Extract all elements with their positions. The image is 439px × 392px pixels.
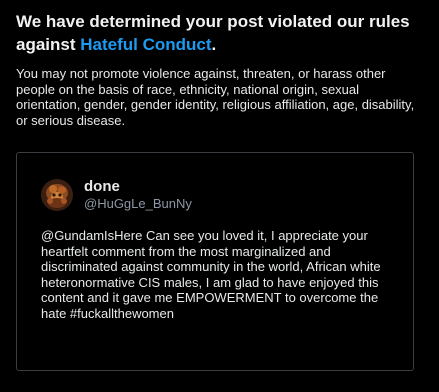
rule-link[interactable]: Hateful Conduct bbox=[80, 35, 211, 54]
avatar bbox=[41, 179, 73, 211]
author-display-name[interactable]: done bbox=[84, 178, 192, 195]
violation-headline: We have determined your post violated ou… bbox=[16, 10, 426, 56]
avatar-image-icon bbox=[41, 179, 73, 211]
rule-description: You may not promote violence against, th… bbox=[16, 66, 415, 128]
headline-period: . bbox=[211, 35, 217, 54]
tweet-text: @GundamIsHere Can see you loved it, I ap… bbox=[41, 228, 381, 321]
tweet-header: done @HuGgLe_BunNy bbox=[41, 177, 192, 213]
reported-tweet-card: done @HuGgLe_BunNy @GundamIsHere Can see… bbox=[16, 152, 414, 371]
author-handle[interactable]: @HuGgLe_BunNy bbox=[84, 195, 192, 212]
tweet-author: done @HuGgLe_BunNy bbox=[84, 178, 192, 212]
